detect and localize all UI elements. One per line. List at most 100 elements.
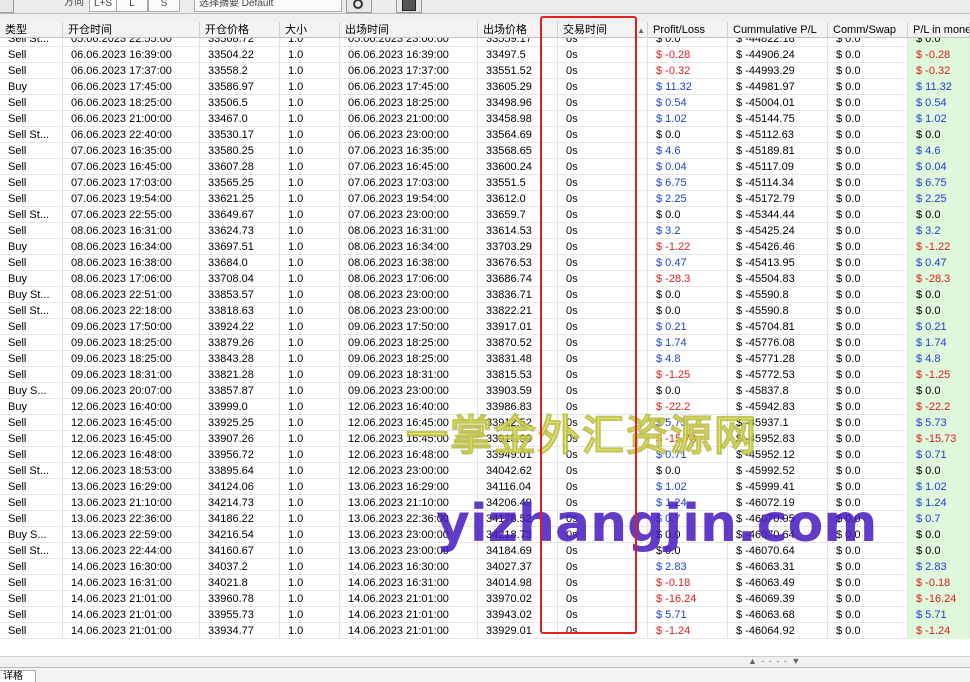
table-row[interactable]: Sell 14.06.2023 21:01:00 33934.77 1.0 14.06.… — [0, 623, 970, 639]
search-button[interactable] — [346, 0, 372, 13]
header-col-comm-swap[interactable]: Comm/Swap — [828, 22, 908, 38]
close-price-cell: 33903.59 — [478, 383, 558, 399]
pl-money-cell: $ -15.73 — [908, 431, 970, 447]
table-row[interactable]: Sell 08.06.2023 16:38:00 33684.0 1.0 08.06.2… — [0, 255, 970, 271]
size-cell: 1.0 — [280, 447, 340, 463]
tab-details[interactable]: 详格 — [0, 670, 36, 682]
table-row[interactable]: Sell 08.06.2023 16:31:00 33624.73 1.0 08.06.… — [0, 223, 970, 239]
table-row[interactable]: Sell 06.06.2023 18:25:00 33506.5 1.0 06.06.2… — [0, 95, 970, 111]
table-row[interactable]: Sell St... 06.06.2023 22:40:00 33530.17 1.0… — [0, 127, 970, 143]
type-cell: Sell — [0, 479, 63, 495]
type-cell: Sell — [0, 111, 63, 127]
table-row[interactable]: Sell 09.06.2023 17:50:00 33924.22 1.0 09.06.… — [0, 319, 970, 335]
table-row[interactable]: Buy 06.06.2023 17:45:00 33586.97 1.0 06.06.2… — [0, 79, 970, 95]
open-price-cell: 33956.72 — [200, 447, 280, 463]
table-row[interactable]: Sell 12.06.2023 16:48:00 33956.72 1.0 12.06.… — [0, 447, 970, 463]
table-row[interactable]: Sell St... 12.06.2023 18:53:00 33895.64 1.0… — [0, 463, 970, 479]
close-price-cell: 34206.49 — [478, 495, 558, 511]
header-col-pl-money[interactable]: P/L in money — [908, 22, 970, 38]
table-row[interactable]: Sell 12.06.2023 16:45:00 33907.26 1.0 12.06.… — [0, 431, 970, 447]
table-row[interactable]: Sell 09.06.2023 18:25:00 33879.26 1.0 09.06.… — [0, 335, 970, 351]
close-time-cell: 08.06.2023 16:31:00 — [340, 223, 478, 239]
table-row[interactable]: Buy 08.06.2023 16:34:00 33697.51 1.0 08.06.2… — [0, 239, 970, 255]
header-label: Profit/Loss — [653, 24, 705, 36]
table-row[interactable]: Sell 06.06.2023 17:37:00 33558.2 1.0 06.06.2… — [0, 63, 970, 79]
type-cell: Sell — [0, 95, 63, 111]
pl-money-cell: $ 1.24 — [908, 495, 970, 511]
header-col-cumulative-pl[interactable]: Cummulative P/L — [728, 22, 828, 38]
size-cell: 1.0 — [280, 623, 340, 639]
direction-both-toggle[interactable]: L+S — [89, 0, 118, 12]
header-col-profit-loss[interactable]: Profit/Loss — [648, 22, 728, 38]
table-row[interactable]: Buy 08.06.2023 17:06:00 33708.04 1.0 08.06.2… — [0, 271, 970, 287]
header-col-open-price[interactable]: 开仓价格 — [200, 22, 280, 38]
open-price-cell: 33879.26 — [200, 335, 280, 351]
direction-short-toggle[interactable]: S — [148, 0, 180, 12]
table-row[interactable]: Sell St... 08.06.2023 22:18:00 33818.63 1.0… — [0, 303, 970, 319]
profit-loss-cell: $ 0.0 — [648, 287, 728, 303]
table-row[interactable]: Sell 14.06.2023 21:01:00 33960.78 1.0 14.06.… — [0, 591, 970, 607]
close-price-cell: 33986.83 — [478, 399, 558, 415]
open-time-cell: 08.06.2023 16:31:00 — [63, 223, 200, 239]
close-price-cell: 33912.52 — [478, 415, 558, 431]
table-row[interactable]: Sell 06.06.2023 21:00:00 33467.0 1.0 06.06.2… — [0, 111, 970, 127]
table-row[interactable]: Buy 12.06.2023 16:40:00 33999.0 1.0 12.06.20… — [0, 399, 970, 415]
trades-grid: Sell04.06.2023 22:55:0005.06.2023 22:55:… — [0, 22, 970, 656]
table-row[interactable]: Sell 13.06.2023 16:29:00 34124.06 1.0 13.06.… — [0, 479, 970, 495]
save-button[interactable] — [396, 0, 422, 13]
close-price-cell: 33822.21 — [478, 303, 558, 319]
comm-swap-cell: $ 0.0 — [828, 287, 908, 303]
toolbar-dropdown[interactable] — [0, 0, 14, 13]
table-row[interactable]: Sell St... 07.06.2023 22:55:00 33649.67 1.0… — [0, 207, 970, 223]
close-price-cell: 33815.53 — [478, 367, 558, 383]
type-cell: Sell St... — [0, 463, 63, 479]
open-time-cell: 06.06.2023 21:00:00 — [63, 111, 200, 127]
header-col-close-time[interactable]: 出场时间 — [340, 22, 478, 38]
close-time-cell: 08.06.2023 23:00:00 — [340, 287, 478, 303]
trade-time-cell: 0s — [558, 607, 648, 623]
trade-time-cell: 0s — [558, 575, 648, 591]
close-price-cell: 33949.01 — [478, 447, 558, 463]
pl-money-cell: $ 0.0 — [908, 463, 970, 479]
table-row[interactable]: Buy S... 09.06.2023 20:07:00 33857.87 1.0 09… — [0, 383, 970, 399]
close-price-cell: 33600.24 — [478, 159, 558, 175]
table-row[interactable]: Sell 06.06.2023 16:39:00 33504.22 1.0 06.06.… — [0, 47, 970, 63]
table-row[interactable]: Buy S... 13.06.2023 22:59:00 34216.54 1.0 13… — [0, 527, 970, 543]
table-row[interactable]: Sell 07.06.2023 19:54:00 33621.25 1.0 07.06.… — [0, 191, 970, 207]
direction-long-toggle[interactable]: L — [116, 0, 148, 12]
cumulative-pl-cell: $ -45425.24 — [728, 223, 828, 239]
type-cell: Sell — [0, 559, 63, 575]
table-row[interactable]: Sell 09.06.2023 18:25:00 33843.28 1.0 09.06.… — [0, 351, 970, 367]
profit-loss-cell: $ 0.0 — [648, 383, 728, 399]
view-select[interactable]: 选择摘要 Default — [194, 0, 342, 12]
close-time-cell: 08.06.2023 17:06:00 — [340, 271, 478, 287]
table-row[interactable]: Sell 07.06.2023 16:45:00 33607.28 1.0 07.06.… — [0, 159, 970, 175]
open-price-cell: 33565.25 — [200, 175, 280, 191]
table-row[interactable]: Sell 07.06.2023 17:03:00 33565.25 1.0 07.06.… — [0, 175, 970, 191]
table-row[interactable]: Sell 07.06.2023 16:35:00 33580.25 1.0 07.06.… — [0, 143, 970, 159]
table-row[interactable]: Sell 14.06.2023 16:31:00 34021.8 1.0 14.06.2… — [0, 575, 970, 591]
table-row[interactable]: Sell 14.06.2023 16:30:00 34037.2 1.0 14.06.2… — [0, 559, 970, 575]
table-row[interactable]: Sell 14.06.2023 21:01:00 33955.73 1.0 14.06.… — [0, 607, 970, 623]
pl-money-cell: $ -22.2 — [908, 399, 970, 415]
profit-loss-cell: $ 0.0 — [648, 527, 728, 543]
type-cell: Buy — [0, 271, 63, 287]
header-col-size[interactable]: 大小 — [280, 22, 340, 38]
type-cell: Sell — [0, 255, 63, 271]
header-col-open-time[interactable]: 开仓时间 — [63, 22, 200, 38]
header-col-close-price[interactable]: 出场价格 — [478, 22, 558, 38]
table-row[interactable]: Sell 13.06.2023 21:10:00 34214.73 1.0 13.06.… — [0, 495, 970, 511]
horizontal-scrollbar[interactable]: ▲ - - - - ▼ — [0, 656, 970, 667]
table-row[interactable]: Sell 12.06.2023 16:45:00 33925.25 1.0 12.06.… — [0, 415, 970, 431]
table-row[interactable]: Sell 09.06.2023 18:31:00 33821.28 1.0 09.06.… — [0, 367, 970, 383]
profit-loss-cell: $ 1.02 — [648, 111, 728, 127]
pl-money-cell: $ 6.75 — [908, 175, 970, 191]
table-row[interactable]: Sell 13.06.2023 22:36:00 34186.22 1.0 13.06.… — [0, 511, 970, 527]
header-col-type[interactable]: 类型 — [0, 22, 63, 38]
cumulative-pl-cell: $ -45992.52 — [728, 463, 828, 479]
header-col-trade-time[interactable]: 交易时间 ▲ — [558, 22, 648, 38]
table-row[interactable]: Sell St... 13.06.2023 22:44:00 34160.67 1.0… — [0, 543, 970, 559]
open-time-cell: 06.06.2023 22:40:00 — [63, 127, 200, 143]
profit-loss-cell: $ 6.75 — [648, 175, 728, 191]
table-row[interactable]: Buy St... 08.06.2023 22:51:00 33853.57 1.0 0… — [0, 287, 970, 303]
